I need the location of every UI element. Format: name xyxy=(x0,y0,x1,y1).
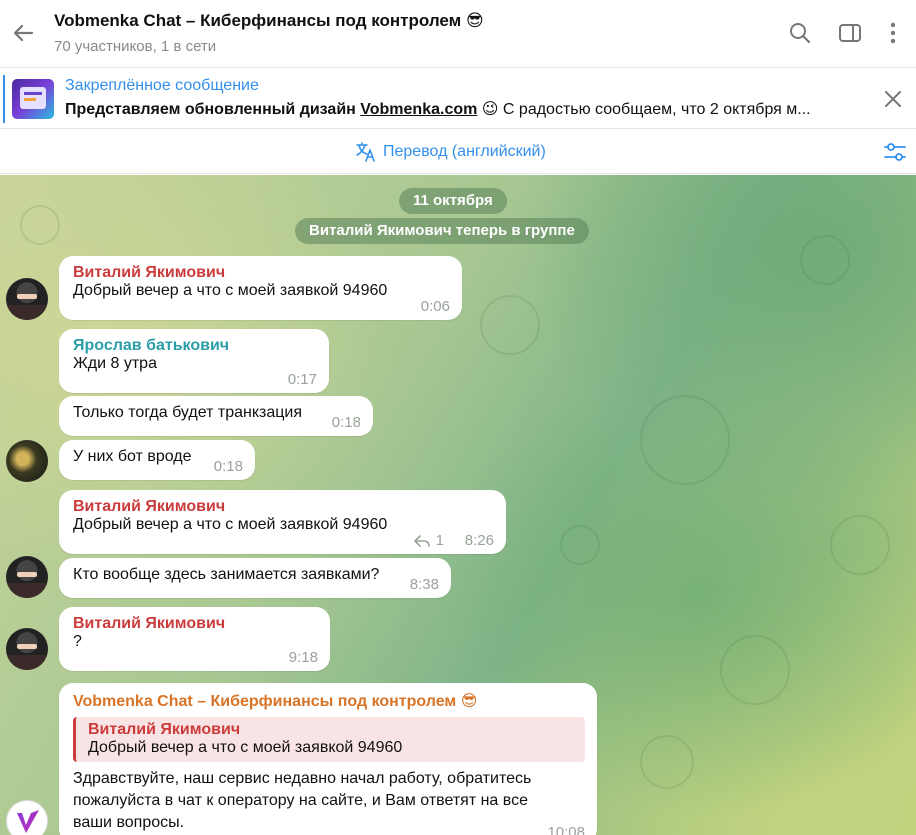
close-icon[interactable] xyxy=(880,86,906,112)
wallpaper-doodle xyxy=(560,525,600,565)
pinned-text-prefix: Представляем обновленный дизайн xyxy=(65,101,361,118)
message-time: 8:26 xyxy=(464,532,494,549)
message-text-line2: пожалуйста в чат к оператору на сайте, и… xyxy=(73,792,528,809)
replies-counter[interactable]: 1 xyxy=(413,532,444,549)
pinned-text-suffix: 😉 С радостью сообщаем, что 2 октября м..… xyxy=(477,101,811,118)
message-bubble[interactable]: Ярослав батькович Жди 8 утра 0:17 xyxy=(59,329,329,393)
message-time: 8:38 xyxy=(409,576,439,593)
message-text: ? xyxy=(73,633,82,650)
sidebar-toggle-icon[interactable] xyxy=(837,20,863,46)
avatar[interactable] xyxy=(6,800,48,835)
pinned-text: Представляем обновленный дизайн Vobmenka… xyxy=(65,99,845,119)
message-bubble[interactable]: Только тогда будет транкзация 0:18 xyxy=(59,396,373,436)
pinned-thumbnail xyxy=(12,79,54,119)
back-arrow-icon[interactable] xyxy=(8,18,38,48)
message-text-line3: ваши вопросы. xyxy=(73,814,185,831)
wallpaper-doodle xyxy=(20,205,60,245)
sender-name[interactable]: Виталий Якимович xyxy=(73,615,318,633)
avatar[interactable] xyxy=(6,440,48,482)
vobmenka-logo-icon xyxy=(17,810,39,833)
avatar[interactable] xyxy=(6,556,48,598)
message-bubble[interactable]: У них бот вроде 0:18 xyxy=(59,440,255,480)
quoted-sender: Виталий Якимович xyxy=(88,721,241,738)
reply-icon xyxy=(413,534,430,547)
sender-name[interactable]: Vobmenka Chat – Киберфинансы под контрол… xyxy=(73,691,585,711)
service-message: Виталий Якимович теперь в группе xyxy=(295,218,589,244)
message-time: 10:08 xyxy=(547,824,585,835)
message-bubble[interactable]: Виталий Якимович Добрый вечер а что с мо… xyxy=(59,256,462,320)
pinned-indicator xyxy=(3,75,5,123)
chat-subtitle: 70 участников, 1 в сети xyxy=(54,38,217,55)
message-text-line1: Здравствуйте, наш сервис недавно начал р… xyxy=(73,770,532,787)
sender-name[interactable]: Виталий Якимович xyxy=(73,264,450,282)
message-bubble[interactable]: Кто вообще здесь занимается заявками? 8:… xyxy=(59,558,451,598)
chat-header: Vobmenka Chat – Киберфинансы под контрол… xyxy=(0,0,916,68)
pinned-message-bar[interactable]: Закреплённое сообщение Представляем обно… xyxy=(0,69,916,129)
date-separator: 11 октября xyxy=(399,188,507,214)
message-time: 9:18 xyxy=(288,649,318,666)
message-bubble[interactable]: Виталий Якимович Добрый вечер а что с мо… xyxy=(59,490,506,554)
message-bubble[interactable]: Виталий Якимович ? 9:18 xyxy=(59,607,330,671)
chat-title[interactable]: Vobmenka Chat – Киберфинансы под контрол… xyxy=(54,11,484,31)
wallpaper-doodle xyxy=(720,635,790,705)
replies-count: 1 xyxy=(435,532,444,549)
wallpaper-doodle xyxy=(830,515,890,575)
wallpaper-doodle xyxy=(480,295,540,355)
search-icon[interactable] xyxy=(787,20,813,46)
chat-area[interactable]: 11 октября Виталий Якимович теперь в гру… xyxy=(0,175,916,835)
translate-button[interactable]: Перевод (английский) xyxy=(355,141,546,163)
sender-name[interactable]: Ярослав батькович xyxy=(73,337,317,355)
message-text: Кто вообще здесь занимается заявками? xyxy=(73,566,380,583)
translate-icon xyxy=(356,142,375,162)
message-time: 0:06 xyxy=(420,298,450,315)
wallpaper-doodle xyxy=(800,235,850,285)
message-text: Добрый вечер а что с моей заявкой 94960 xyxy=(73,282,388,299)
translate-label: Перевод (английский) xyxy=(383,143,546,160)
message-time: 0:18 xyxy=(331,414,361,431)
message-text: Жди 8 утра xyxy=(73,355,157,372)
avatar[interactable] xyxy=(6,628,48,670)
wallpaper-doodle xyxy=(640,395,730,485)
settings-sliders-icon[interactable] xyxy=(882,140,908,164)
pinned-label: Закреплённое сообщение xyxy=(65,77,259,94)
translate-bar: Перевод (английский) xyxy=(0,130,916,174)
message-time: 0:18 xyxy=(213,458,243,475)
pinned-link[interactable]: Vobmenka.com xyxy=(360,101,477,118)
message-time: 0:17 xyxy=(287,371,317,388)
quoted-text: Добрый вечер а что с моей заявкой 94960 xyxy=(88,739,403,756)
avatar[interactable] xyxy=(6,278,48,320)
more-options-icon[interactable] xyxy=(880,20,906,46)
message-text: Только тогда будет транкзация xyxy=(73,404,303,421)
wallpaper-doodle xyxy=(640,735,694,789)
message-bubble[interactable]: Vobmenka Chat – Киберфинансы под контрол… xyxy=(59,683,597,835)
sender-name[interactable]: Виталий Якимович xyxy=(73,498,494,516)
quoted-message[interactable]: Виталий Якимович Добрый вечер а что с мо… xyxy=(73,717,585,762)
